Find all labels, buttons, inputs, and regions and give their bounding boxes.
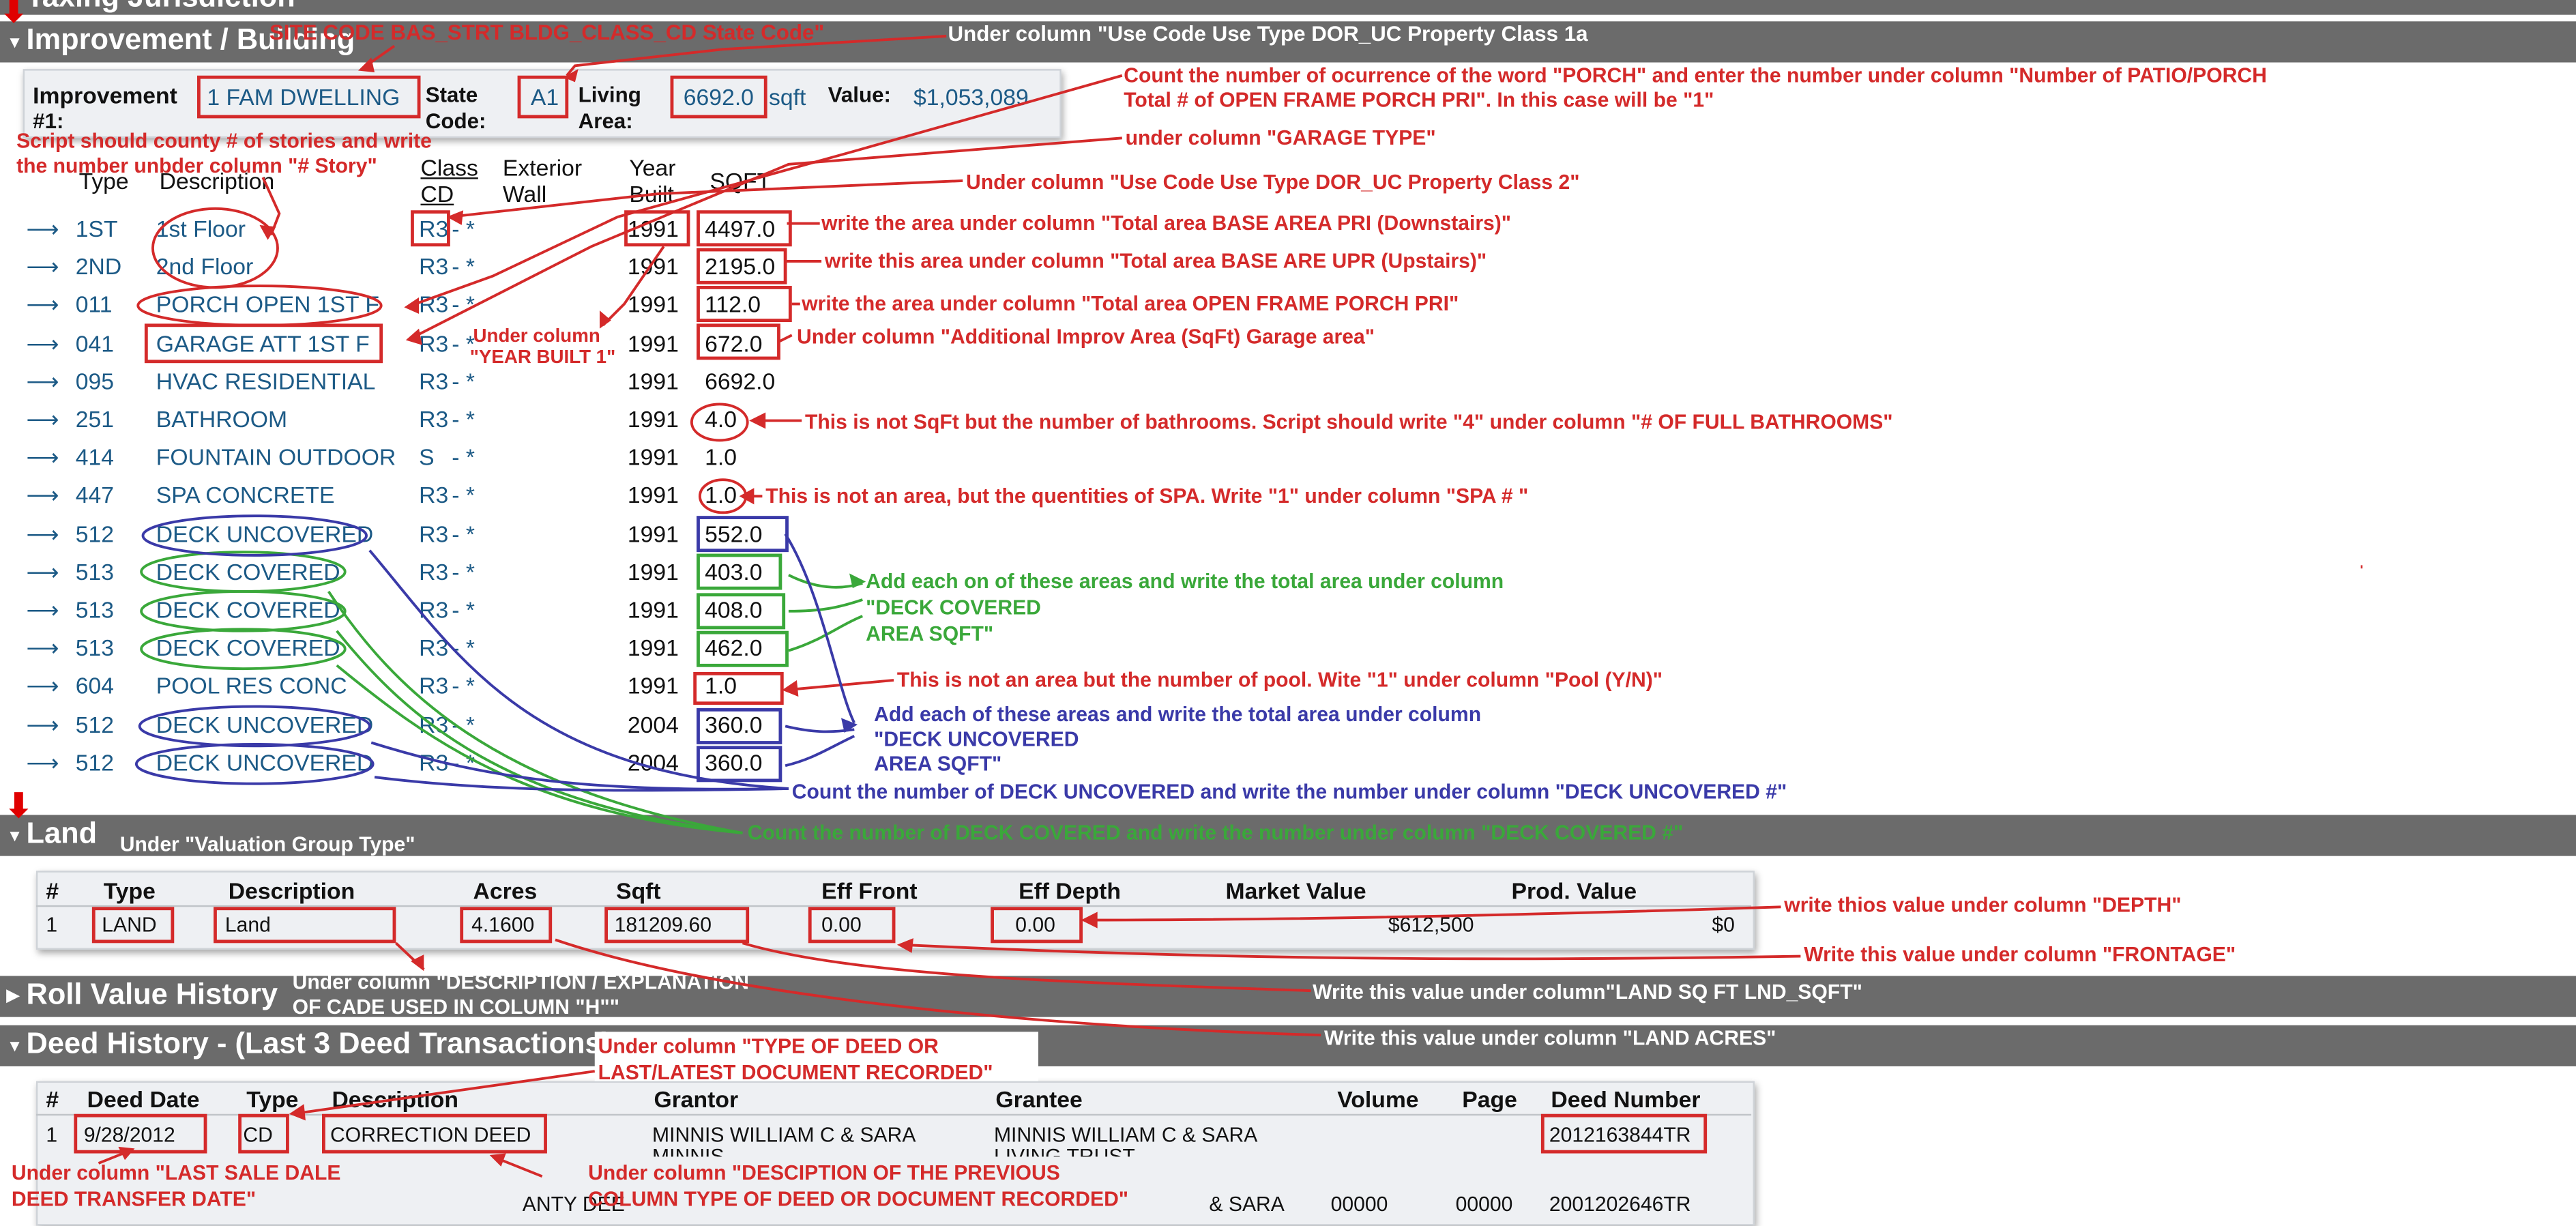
annotation-circle	[140, 551, 347, 593]
annotation-circle	[136, 284, 383, 327]
annotation-circle	[134, 742, 375, 785]
arrowhead	[289, 1104, 306, 1121]
annotation-line	[410, 74, 1123, 307]
arrowhead	[599, 310, 611, 329]
annotation-line	[785, 735, 855, 768]
annotation-circle	[690, 403, 749, 442]
annotation-line	[900, 943, 1801, 961]
arrowhead	[447, 210, 464, 225]
arrowhead	[404, 297, 420, 314]
arrowhead	[739, 488, 755, 505]
annotation-line	[778, 334, 793, 343]
annotation-line	[410, 136, 1122, 340]
arrowhead	[896, 938, 913, 953]
annotation-strokes	[98, 35, 2362, 1178]
annotation-line	[1084, 905, 1781, 922]
annotation-circle	[140, 628, 347, 671]
arrowhead	[782, 680, 799, 697]
annotation-circle	[140, 590, 347, 632]
arrowhead	[411, 954, 424, 972]
arrowhead	[489, 1153, 506, 1167]
annotation-circle	[151, 207, 279, 289]
arrowhead	[405, 328, 422, 345]
annotation-circle	[141, 514, 368, 557]
annotation-line	[602, 246, 665, 327]
annotation-line	[327, 590, 743, 834]
annotation-line	[788, 598, 863, 613]
annotation-circle	[698, 478, 748, 514]
page-canvas: Taxing Jurisdiction ▼ Improvement / Buil…	[0, 0, 2576, 1226]
arrowhead	[749, 412, 766, 429]
annotation-circle	[138, 705, 371, 748]
annotation-line	[336, 630, 743, 834]
annotation-line	[368, 549, 789, 790]
arrowhead	[1081, 911, 1098, 929]
annotation-line	[566, 35, 947, 77]
annotation-line	[292, 1070, 596, 1115]
arrowhead	[357, 57, 375, 72]
